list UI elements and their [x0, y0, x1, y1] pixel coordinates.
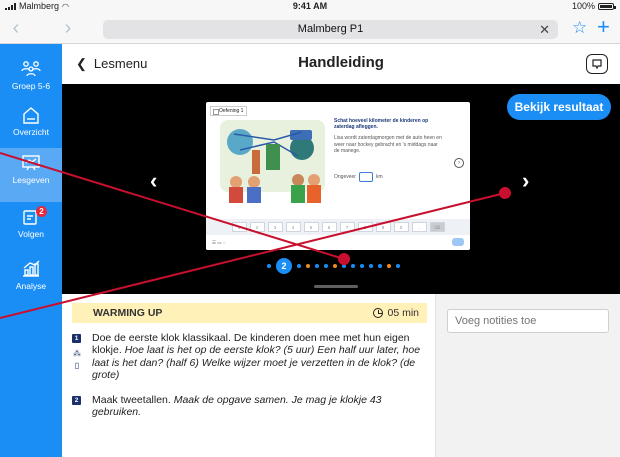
keypad-key[interactable]: 6 — [321, 222, 337, 232]
pager-dot[interactable] — [378, 264, 382, 268]
plus-icon[interactable]: + — [597, 16, 610, 38]
clock-label: 9:41 AM — [292, 1, 328, 11]
battery-label: 100% — [571, 1, 595, 11]
pager-dot[interactable] — [306, 264, 310, 268]
page-title: Handleiding — [298, 54, 384, 71]
board-icon — [22, 155, 40, 171]
sidebar-item-volgen[interactable]: 2 Volgen — [0, 202, 62, 252]
home-icon — [23, 107, 39, 124]
slide-text: Schat hoeveel kilometer de kinderen op z… — [334, 118, 444, 154]
lesson-content: WARMING UP 05 min 1 Doe de eerste klok k… — [62, 294, 435, 457]
sidebar-item-label: Groep 5-6 — [11, 81, 51, 91]
page-url-title: Malmberg P1 — [297, 23, 364, 35]
status-bar: Malmberg ◠ 9:41 AM 100% — [0, 0, 620, 13]
section-duration: 05 min — [373, 307, 419, 319]
keypad-key[interactable]: 2 — [249, 222, 265, 232]
sidebar-item-label: Lesgeven — [12, 175, 50, 185]
group-icon — [21, 61, 41, 77]
pager-dot[interactable] — [333, 264, 337, 268]
slide-footer: ☰ ▭ ◌ — [206, 235, 470, 250]
sidebar-item-lesgeven[interactable]: Lesgeven — [0, 148, 62, 202]
sidebar-item-analyse[interactable]: Analyse — [0, 254, 62, 304]
clock-icon — [373, 308, 384, 318]
slide-answer-row: Ongeveer km — [334, 172, 383, 182]
answer-label: Ongeveer — [334, 174, 356, 180]
step-number: 1 — [72, 334, 81, 343]
pager-dot[interactable] — [324, 264, 328, 268]
page-header: ❮ Lesmenu Handleiding — [62, 44, 620, 84]
keypad-key[interactable]: 9 — [375, 222, 391, 232]
view-results-button[interactable]: Bekijk resultaat — [507, 94, 611, 120]
next-slide-icon[interactable]: › — [522, 168, 529, 194]
slide-body: Lisa wordt zaterdagmorgen met de auto he… — [334, 135, 442, 154]
slide-next-icon[interactable]: › — [454, 158, 464, 168]
keypad-key[interactable]: 7 — [339, 222, 355, 232]
duration-label: 05 min — [387, 307, 419, 319]
keypad-key[interactable]: 5 — [303, 222, 319, 232]
chart-icon — [23, 260, 40, 277]
keypad: 1 2 3 4 5 6 7 8 9 0 , ⌫ — [206, 219, 470, 235]
keypad-key[interactable]: 1 — [231, 222, 247, 232]
step-plain: Maak tweetallen. — [92, 394, 174, 406]
sidebar-item-groep[interactable]: Groep 5-6 — [0, 54, 62, 104]
section-title: WARMING UP — [93, 307, 163, 319]
slide-preview[interactable]: Oefening 1 Schat hoeveel kilometer de ki… — [206, 102, 470, 250]
pager-dot[interactable] — [315, 264, 319, 268]
slide-viewer: Oefening 1 Schat hoeveel kilometer de ki… — [62, 84, 620, 294]
pager-dot[interactable] — [297, 264, 301, 268]
battery-icon — [598, 2, 616, 10]
pager-dot[interactable] — [396, 264, 400, 268]
slide-submit-button[interactable] — [452, 238, 464, 246]
chat-button[interactable] — [586, 54, 608, 74]
step-italic: Hoe laat is het op de eerste klok? (5 uu… — [92, 344, 421, 382]
drag-handle[interactable] — [314, 285, 358, 288]
keypad-key[interactable]: 0 — [393, 222, 409, 232]
sidebar-item-label: Overzicht — [13, 127, 49, 137]
chevron-left-icon[interactable]: ‹ — [6, 17, 26, 39]
pager-current[interactable]: 2 — [276, 258, 292, 274]
notes-input[interactable] — [447, 309, 609, 333]
sidebar: Groep 5-6 Overzicht Lesgeven 2 Volgen An… — [0, 44, 62, 457]
answer-input[interactable] — [358, 172, 373, 182]
chevron-right-icon[interactable]: › — [58, 17, 78, 39]
clock-material-icon: ▯ — [74, 361, 80, 371]
keypad-key[interactable]: 4 — [285, 222, 301, 232]
sidebar-item-label: Volgen — [18, 229, 44, 239]
lesson-section-bar: WARMING UP 05 min — [72, 303, 427, 323]
pager-dot[interactable] — [267, 264, 271, 268]
status-right: 100% — [571, 1, 616, 11]
answer-unit: km — [375, 174, 383, 180]
step-number: 2 — [72, 396, 81, 405]
group-icon: ⁂ — [73, 349, 81, 358]
pager-dot[interactable] — [351, 264, 355, 268]
sidebar-item-label: Analyse — [15, 281, 47, 291]
keypad-key[interactable]: 8 — [357, 222, 373, 232]
pager-dot[interactable] — [360, 264, 364, 268]
step-text: Doe de eerste klok klassikaal. De kinder… — [92, 332, 432, 382]
browser-toolbar: ‹ › Malmberg P1 ✕ ☆ + — [0, 13, 620, 44]
exercise-illustration — [220, 120, 325, 203]
step-text: Maak tweetallen. Maak de opgave samen. J… — [92, 394, 432, 419]
address-bar[interactable]: Malmberg P1 ✕ — [103, 20, 558, 39]
sidebar-item-overzicht[interactable]: Overzicht — [0, 100, 62, 150]
slide-question: Schat hoeveel kilometer de kinderen op z… — [334, 118, 429, 131]
slide-pager: 2 — [267, 258, 400, 274]
keypad-key[interactable]: 3 — [267, 222, 283, 232]
keypad-key[interactable]: , — [411, 222, 427, 232]
step-material-icons: ⁂ ▯ — [72, 348, 82, 373]
star-icon[interactable]: ☆ — [572, 18, 587, 38]
slide-tab: Oefening 1 — [210, 106, 248, 116]
pager-dot[interactable] — [342, 264, 346, 268]
keypad-delete-key[interactable]: ⌫ — [429, 222, 445, 232]
previous-slide-icon[interactable]: ‹ — [150, 168, 157, 194]
notification-badge: 2 — [36, 206, 47, 217]
notes-panel — [435, 294, 620, 457]
chat-icon — [592, 59, 602, 70]
slide-menu-icon[interactable]: ☰ ▭ ◌ — [212, 240, 225, 245]
pager-dot[interactable] — [369, 264, 373, 268]
pager-dot[interactable] — [387, 264, 391, 268]
close-icon[interactable]: ✕ — [539, 20, 550, 39]
